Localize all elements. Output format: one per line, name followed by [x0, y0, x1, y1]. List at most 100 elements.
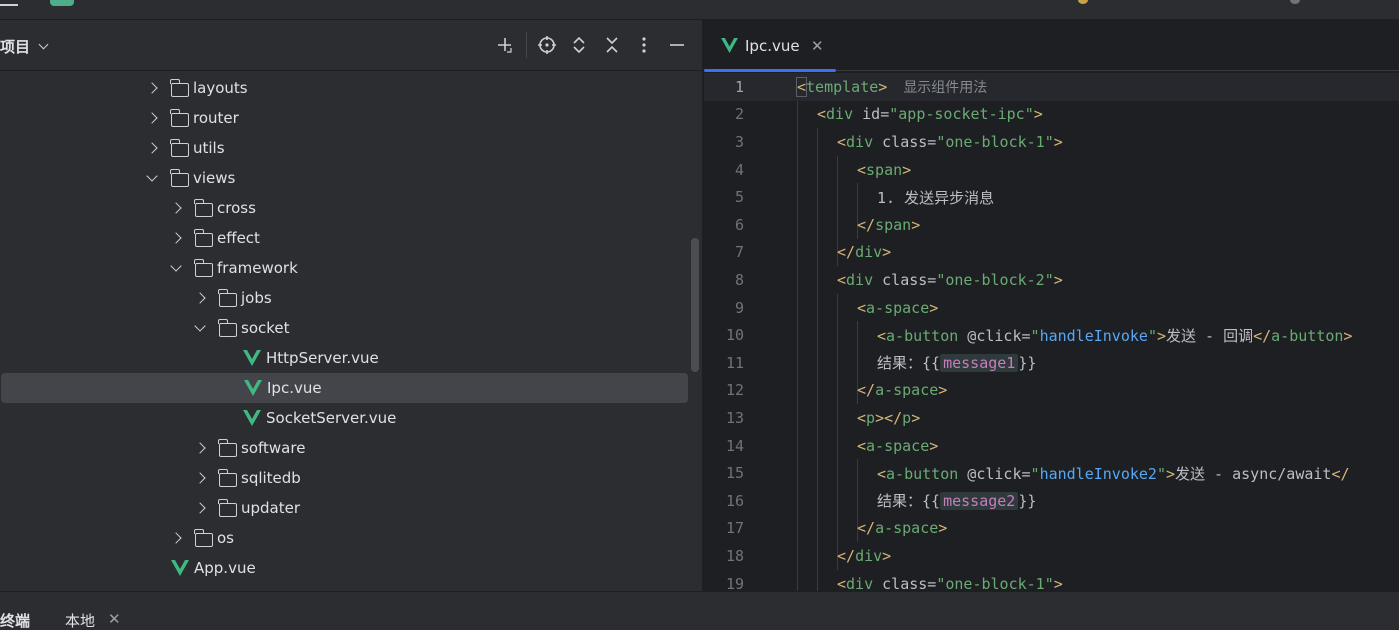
code-token: handleInvoke2 [1039, 464, 1157, 483]
chevron-right-icon[interactable] [146, 142, 158, 154]
code-line[interactable]: 4 <span> [704, 156, 1399, 184]
tree-file-App-vue[interactable]: App.vue [0, 553, 688, 583]
code-token: > [882, 243, 892, 262]
main-menu-icon[interactable] [0, 0, 18, 6]
vue-file-icon [244, 380, 262, 396]
tree-file-Ipc-vue[interactable]: Ipc.vue [1, 373, 688, 403]
code-line[interactable]: 1 <template> 显示组件用法 [704, 73, 1399, 101]
project-view-selector[interactable]: 项目 [0, 36, 49, 57]
close-local-tab-icon[interactable]: ✕ [108, 610, 121, 628]
tree-folder-jobs[interactable]: jobs [0, 283, 688, 313]
expand-all-button[interactable] [568, 34, 590, 56]
folder-icon [218, 289, 237, 307]
terminal-title[interactable]: 终端 [0, 610, 30, 630]
code-line[interactable]: 19 <div class="one-block-1"> [704, 570, 1399, 591]
editor: Ipc.vue ✕ 1 <template> 显示组件用法 2 <div id="app… [704, 20, 1399, 591]
code-area[interactable]: 1 <template> 显示组件用法 2 <div id="app-socket-ip… [704, 72, 1399, 591]
new-file-button[interactable] [494, 34, 516, 56]
code-token: </ [837, 546, 856, 565]
tree-folder-os[interactable]: os [0, 523, 688, 553]
tab-ipc-vue[interactable]: Ipc.vue ✕ [704, 20, 836, 72]
code-token: </ [1253, 326, 1272, 345]
code-text: <div class="one-block-2"> [837, 271, 1063, 289]
tab-local[interactable]: 本地 [65, 610, 95, 630]
editor-tab-bar: Ipc.vue ✕ [704, 20, 1399, 72]
tree-item-label: effect [217, 229, 260, 247]
line-number: 19 [725, 574, 744, 591]
folder-icon [194, 199, 213, 217]
chevron-down-icon[interactable] [194, 320, 206, 332]
code-line[interactable]: 6 </span> [704, 211, 1399, 239]
chevron-right-icon[interactable] [170, 532, 182, 544]
code-line[interactable]: 3 <div class="one-block-1"> [704, 128, 1399, 156]
tree-folder-cross[interactable]: cross [0, 193, 688, 223]
tree-item-label: SocketServer.vue [266, 409, 397, 427]
chevron-right-icon[interactable] [170, 232, 182, 244]
close-tab-icon[interactable]: ✕ [811, 37, 824, 55]
chevron-right-icon[interactable] [146, 112, 158, 124]
code-token: > [1156, 326, 1166, 345]
code-line[interactable]: 14 <a-space> [704, 432, 1399, 460]
chevron-right-icon[interactable] [194, 292, 206, 304]
toolbar-dot-icon [1290, 0, 1300, 4]
tree-folder-updater[interactable]: updater [0, 493, 688, 523]
tree-folder-socket[interactable]: socket [0, 313, 688, 343]
vue-file-icon [171, 560, 189, 576]
tree-file-SocketServer-vue[interactable]: SocketServer.vue [0, 403, 688, 433]
code-text: </span> [857, 216, 920, 234]
tree-folder-router[interactable]: router [0, 103, 688, 133]
tree-folder-utils[interactable]: utils [0, 133, 688, 163]
code-line[interactable]: 12 </a-space> [704, 377, 1399, 405]
chevron-right-icon[interactable] [194, 442, 206, 454]
options-button[interactable] [633, 34, 655, 56]
code-token: p [866, 408, 876, 427]
code-line[interactable]: 9 <a-space> [704, 294, 1399, 322]
code-line[interactable]: 13 <p></p> [704, 404, 1399, 432]
code-line[interactable]: 15 <a-button @click="handleInvoke2">发送 - … [704, 459, 1399, 487]
folder-icon [170, 169, 189, 187]
chevron-right-icon[interactable] [194, 472, 206, 484]
tree-folder-effect[interactable]: effect [0, 223, 688, 253]
status-dot-icon [1078, 0, 1088, 4]
tree-folder-software[interactable]: software [0, 433, 688, 463]
locate-file-button[interactable] [536, 34, 558, 56]
chevron-right-icon[interactable] [146, 82, 158, 94]
folder-icon [170, 139, 189, 157]
chevron-down-icon[interactable] [170, 260, 182, 272]
tree-item-label: updater [241, 499, 301, 517]
code-line[interactable]: 10 <a-button @click="handleInvoke">发送 - 回… [704, 321, 1399, 349]
code-line[interactable]: 7 </div> [704, 239, 1399, 267]
project-badge-icon[interactable] [50, 0, 74, 6]
line-number: 6 [734, 215, 744, 234]
tree-file-HttpServer-vue[interactable]: HttpServer.vue [0, 343, 688, 373]
code-line[interactable]: 16 结果：{{message2}} [704, 487, 1399, 515]
code-line[interactable]: 17 </a-space> [704, 515, 1399, 543]
vue-file-icon [721, 38, 738, 53]
code-line[interactable]: 2 <div id="app-socket-ipc"> [704, 101, 1399, 129]
code-token: > [1343, 326, 1353, 345]
tree-folder-views[interactable]: views [0, 163, 688, 193]
code-line[interactable]: 11 结果：{{message1}} [704, 349, 1399, 377]
tree-folder-layouts[interactable]: layouts [0, 73, 688, 103]
code-text: <a-space> [857, 299, 938, 317]
chevron-down-icon[interactable] [146, 170, 158, 182]
code-token: > [1033, 105, 1043, 124]
code-line[interactable]: 5 1. 发送异步消息 [704, 183, 1399, 211]
tree-item-label: utils [193, 139, 225, 157]
project-tree-scrollbar[interactable] [691, 238, 699, 372]
code-token: > [929, 436, 939, 455]
tree-folder-sqlitedb[interactable]: sqlitedb [0, 463, 688, 493]
code-line[interactable]: 8 <div class="one-block-2"> [704, 266, 1399, 294]
chevron-right-icon[interactable] [170, 202, 182, 214]
line-number: 7 [734, 243, 744, 262]
code-text: 1. 发送异步消息 [877, 187, 994, 208]
chevron-right-icon[interactable] [194, 502, 206, 514]
code-line[interactable]: 18 </div> [704, 542, 1399, 570]
line-number: 2 [734, 105, 744, 124]
tree-folder-framework[interactable]: framework [0, 253, 688, 283]
component-usages-hint[interactable]: 显示组件用法 [903, 80, 987, 96]
collapse-all-button[interactable] [601, 34, 623, 56]
hide-panel-button[interactable] [666, 34, 688, 56]
code-token: "one-block-1" [936, 132, 1054, 151]
code-token: < [795, 76, 808, 97]
